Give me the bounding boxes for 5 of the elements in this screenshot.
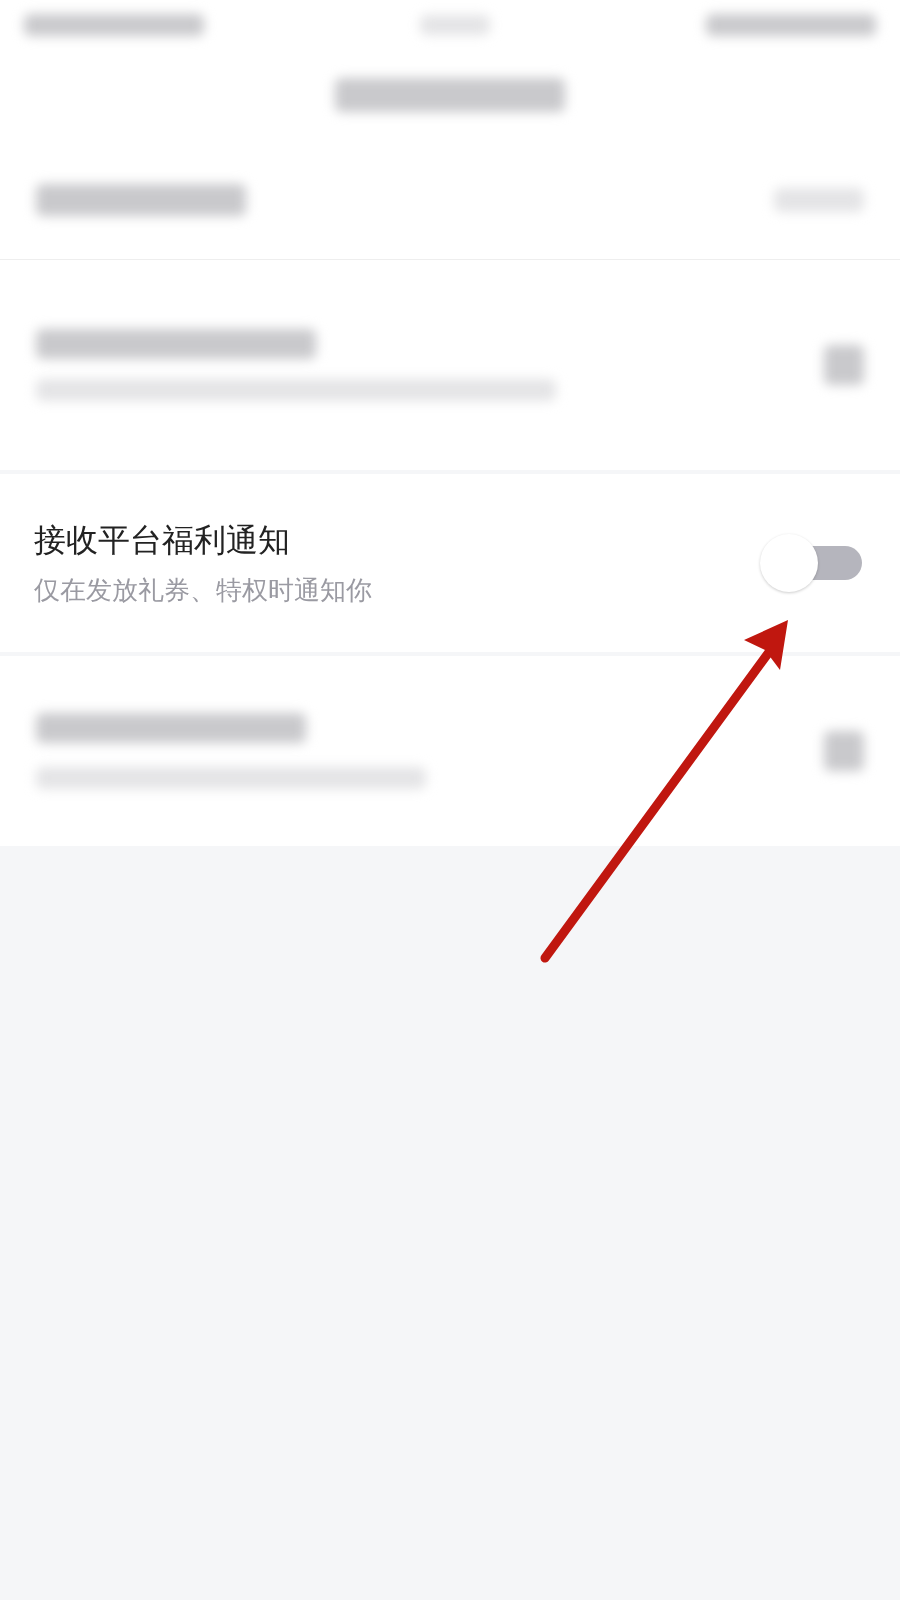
setting-title: 接收平台福利通知 — [34, 519, 291, 560]
blurred-bar — [824, 345, 864, 385]
blurred-bar — [824, 731, 864, 771]
setting-description: 仅在发放礼券、特权时通知你 — [34, 573, 372, 607]
toggle-switch[interactable] — [758, 532, 862, 594]
